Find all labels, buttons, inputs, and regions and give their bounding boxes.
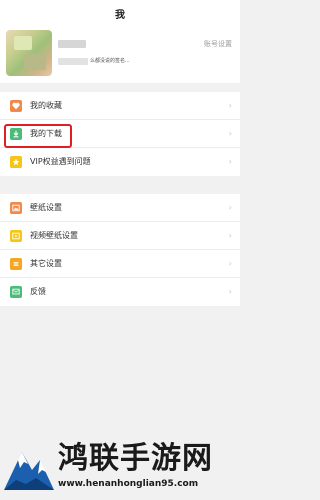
profile-signature: 么都没说的签名... [90,58,130,64]
menu-item-label: 其它设置 [30,259,62,268]
heart-icon [10,100,22,112]
settings-icon [10,258,22,270]
chevron-right-icon: › [228,101,232,110]
menu-item-label: 视频壁纸设置 [30,231,78,240]
menu-item-other-settings[interactable]: 其它设置 › [0,250,240,278]
chevron-right-icon: › [228,157,232,166]
username-redacted [58,40,86,48]
menu-item-favorites[interactable]: 我的收藏 › [0,92,240,120]
profile-card[interactable]: 么都没说的签名... 账号设置 [0,27,240,83]
menu-item-label: 我的收藏 [30,101,62,110]
download-icon [10,128,22,140]
chevron-right-icon: › [228,203,232,212]
watermark-title: 鸿联手游网 [58,441,213,476]
star-icon [10,156,22,168]
chevron-right-icon: › [228,259,232,268]
menu-group-primary: 我的收藏 › 我的下载 › VIP权益遇到问题 › [0,92,240,176]
chevron-right-icon: › [228,231,232,240]
menu-item-video-wallpaper-settings[interactable]: 视频壁纸设置 › [0,222,240,250]
wallpaper-icon [10,202,22,214]
site-watermark: 鸿联手游网 www.henanhonglian95.com [0,418,240,500]
video-wallpaper-icon [10,230,22,242]
chevron-right-icon: › [228,287,232,296]
signature-redacted-prefix [58,58,88,65]
watermark-url: www.henanhonglian95.com [58,479,199,489]
menu-item-label: VIP权益遇到问题 [30,157,91,166]
account-settings-link[interactable]: 账号设置 [204,39,232,49]
feedback-icon [10,286,22,298]
menu-item-downloads[interactable]: 我的下载 › [0,120,240,148]
menu-item-wallpaper-settings[interactable]: 壁纸设置 › [0,194,240,222]
menu-item-vip-issue[interactable]: VIP权益遇到问题 › [0,148,240,176]
top-bar: 我 [0,0,240,27]
menu-item-label: 反馈 [30,287,46,296]
menu-group-settings: 壁纸设置 › 视频壁纸设置 › 其它设置 › 反馈 › [0,194,240,306]
menu-item-label: 壁纸设置 [30,203,62,212]
chevron-right-icon: › [228,129,232,138]
menu-item-label: 我的下载 [30,129,62,138]
site-logo-icon [4,452,54,490]
page-title: 我 [115,10,125,21]
menu-item-feedback[interactable]: 反馈 › [0,278,240,306]
avatar[interactable] [6,30,52,76]
